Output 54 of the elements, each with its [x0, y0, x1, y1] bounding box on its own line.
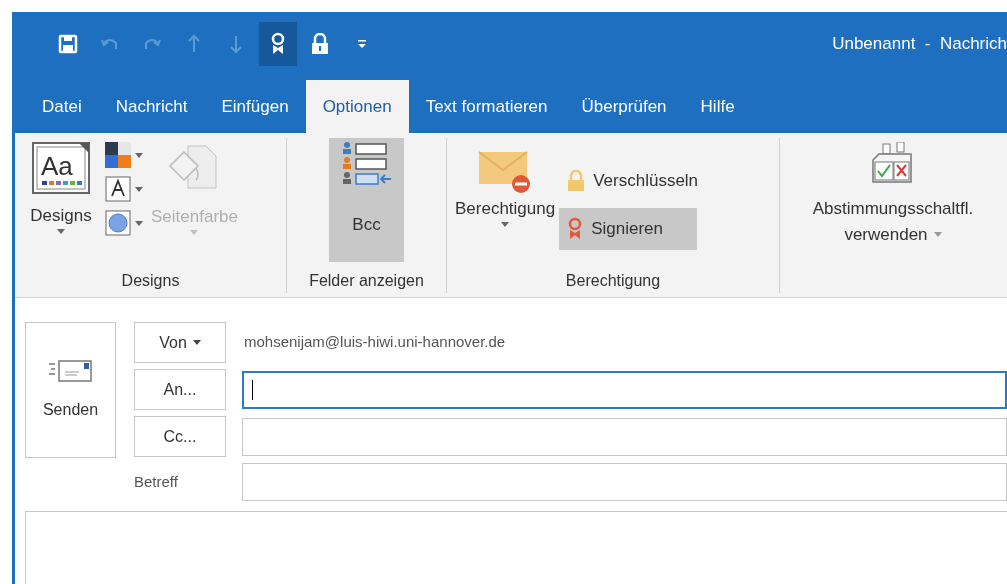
- ribbon-tab[interactable]: Nachricht: [98, 80, 205, 133]
- themes-icon: Aa: [31, 141, 91, 195]
- ribbon-tab[interactable]: Optionen: [305, 80, 409, 133]
- caret-icon: [57, 228, 65, 234]
- send-button[interactable]: Senden: [25, 322, 116, 458]
- voting-buttons-button[interactable]: Abstimmungsschaltfl. verwenden: [788, 138, 998, 247]
- toolbar-button[interactable]: [259, 21, 297, 66]
- down-arrow-icon: [228, 33, 244, 54]
- envelope-send-icon: [48, 358, 93, 384]
- ribbon-award-icon: [270, 31, 286, 56]
- text-cursor: [252, 379, 253, 400]
- group-label: Designs: [120, 271, 181, 291]
- group-label: Felder anzeigen: [308, 271, 425, 291]
- sender-address: mohsenijam@luis-hiwi.uni-hannover.de: [244, 332, 506, 353]
- color-palette-icon: [105, 142, 131, 168]
- caret-icon: [135, 152, 143, 158]
- subject-label: Betreff: [134, 473, 178, 490]
- caret-icon: [190, 229, 199, 235]
- bcc-button[interactable]: Bcc: [329, 138, 404, 262]
- ribbon-tab[interactable]: Datei: [25, 80, 99, 133]
- caret-icon: [135, 220, 143, 226]
- lock-icon: [311, 32, 329, 55]
- sign-button[interactable]: Signieren: [559, 208, 698, 250]
- subject-field[interactable]: [242, 463, 1007, 501]
- font-icon: [105, 176, 131, 202]
- window-title: Unbenannt - Nachrich: [832, 32, 1007, 55]
- caret-icon: [933, 231, 942, 237]
- caret-icon: [135, 186, 143, 192]
- customize-icon: [357, 37, 367, 50]
- cc-field[interactable]: [242, 417, 1007, 456]
- cc-button[interactable]: Cc...: [134, 416, 226, 457]
- permission-button[interactable]: Berechtigung: [455, 138, 556, 269]
- to-button[interactable]: An...: [134, 369, 226, 410]
- lock-icon: [567, 170, 586, 192]
- ribbon-tab[interactable]: Überprüfen: [564, 80, 684, 133]
- effects-dropdown[interactable]: [105, 210, 143, 236]
- ribbon-tab[interactable]: Hilfe: [683, 80, 752, 133]
- up-arrow-icon: [186, 33, 202, 54]
- ballot-boxes-icon: [871, 142, 915, 186]
- caret-icon: [192, 340, 201, 345]
- caret-icon: [501, 221, 510, 227]
- address-fields-icon: [340, 140, 393, 188]
- encrypt-button[interactable]: Verschlüsseln: [559, 162, 707, 200]
- to-field[interactable]: [242, 370, 1007, 409]
- group-label: Berechtigung: [564, 271, 662, 291]
- fonts-dropdown[interactable]: [105, 176, 143, 202]
- ribbon-award-icon: [567, 217, 584, 241]
- colors-dropdown[interactable]: [105, 142, 143, 168]
- from-dropdown[interactable]: Von: [134, 322, 226, 363]
- save-icon: [58, 33, 78, 54]
- ribbon-tab[interactable]: Einfügen: [204, 80, 306, 133]
- designs-button[interactable]: Aa Designs: [21, 138, 101, 269]
- circle-effect-icon: [105, 210, 131, 236]
- ribbon-tab[interactable]: Text formatieren: [408, 80, 565, 133]
